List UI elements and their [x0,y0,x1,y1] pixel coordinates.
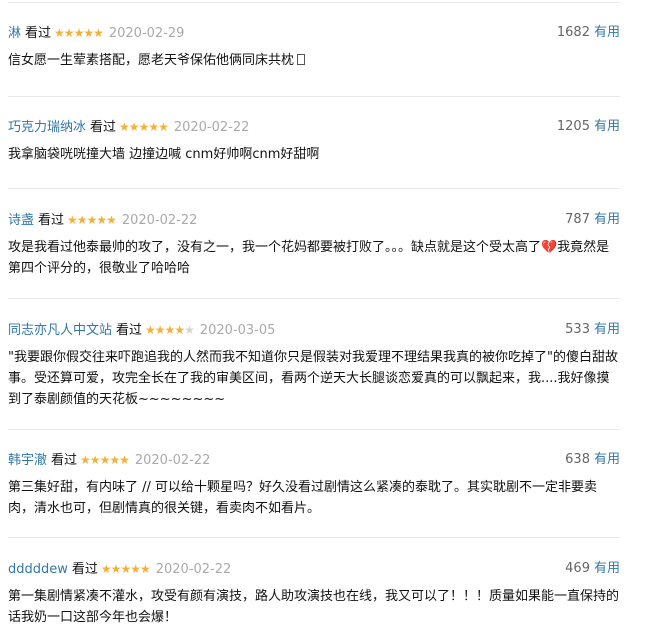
comment-user-link[interactable]: 韩宇澈 [8,453,47,468]
comment-text: 信女愿一生荤素搭配，愿老天爷保佑他俩同床共枕 [8,50,620,71]
comment-date: 2020-02-29 [108,26,185,41]
comment-item: 韩宇澈 看过 ★★★★★ 2020-02-22 638 有用 第三集好甜，有内味了 //… [8,449,620,519]
watched-label: 看过 [71,562,98,577]
vote-count: 1205 [556,119,590,134]
comment-meta: dddddew 看过 ★★★★★ 2020-02-22 469 有用 [8,558,620,580]
comment-user-link[interactable]: 诗盏 [8,213,34,228]
comment-text: "我要跟你假交往来吓跑追我的人然而我不知道你只是假装对我爱理不理结果我真的被你吃… [8,350,618,407]
star-filled-icon: ★ [130,562,141,576]
comment-meta: 诗盏 看过 ★★★★★ 2020-02-22 787 有用 [8,209,620,231]
star-filled-icon: ★ [63,26,75,40]
vote-count: 533 [565,322,590,337]
star-filled-icon: ★ [76,213,88,227]
comment-text: 第三集好甜，有内味了 // 可以给十颗星吗？好久没看过剧情这么紧凑的泰耽了。其实… [8,480,598,516]
comment-text: 攻是我看过他泰最帅的攻了，没有之一，我一个花妈都要被打败了。。。缺点就是这个受太… [8,240,610,276]
star-filled-icon: ★ [145,323,156,337]
comment-meta: 同志亦凡人中文站 看过 ★★★★★ 2020-03-05 533 有用 [8,319,620,341]
comment-text-body: 信女愿一生荤素搭配，愿老天爷保佑他俩同床共枕 [8,53,295,68]
divider [8,429,620,430]
star-filled-icon: ★ [67,213,78,227]
star-filled-icon: ★ [93,26,104,40]
comment-date: 2020-02-22 [173,120,250,135]
comment-item: 诗盏 看过 ★★★★★ 2020-02-22 787 有用 攻是我看过他泰最帅的攻了，没… [8,209,620,279]
star-filled-icon: ★ [158,120,169,134]
comment-date: 2020-02-22 [155,562,232,577]
star-filled-icon: ★ [148,120,159,134]
star-filled-icon: ★ [119,453,130,467]
comment-meta: 韩宇澈 看过 ★★★★★ 2020-02-22 638 有用 [8,449,620,471]
star-filled-icon: ★ [120,562,131,576]
star-filled-icon: ★ [86,213,98,227]
useful-button[interactable]: 有用 [594,452,620,467]
comment-item: dddddew 看过 ★★★★★ 2020-02-22 469 有用 第一集剧情紧凑不灌… [8,558,620,628]
useful-button[interactable]: 有用 [594,561,620,576]
divider [8,298,620,299]
comment-user-link[interactable]: dddddew [8,562,68,577]
star-filled-icon: ★ [54,26,65,40]
comment-user-link[interactable]: 淋 [8,26,21,41]
missing-glyph-icon [297,54,306,65]
star-empty-icon: ★ [184,323,195,337]
vote-count: 469 [565,561,590,576]
useful-button[interactable]: 有用 [594,119,620,134]
star-filled-icon: ★ [109,453,120,467]
comment-date: 2020-03-05 [199,323,276,338]
watched-label: 看过 [51,453,78,468]
vote-count: 638 [565,452,590,467]
comment-text: 第一集剧情紧凑不灌水，攻受有颜有演技，路人助攻演技也在线，我又可以了！！！质量如… [8,589,620,625]
star-filled-icon: ★ [100,562,112,576]
useful-button[interactable]: 有用 [594,25,620,40]
divider [8,2,620,3]
star-filled-icon: ★ [99,453,111,467]
star-filled-icon: ★ [154,323,166,337]
divider [8,188,620,189]
comment-item: 淋看过 ★★★★★ 2020-02-29 1682 有用 信女愿一生荤素搭配，愿老天爷… [8,22,620,71]
divider [8,537,620,538]
star-filled-icon: ★ [110,562,122,576]
comment-item: 巧克力瑞纳冰 看过 ★★★★★ 2020-02-22 1205 有用 我拿脑袋咣咣撞大墙… [8,116,620,165]
star-filled-icon: ★ [83,26,94,40]
star-filled-icon: ★ [139,562,151,576]
vote-count: 787 [565,212,590,227]
comment-text: 我拿脑袋咣咣撞大墙 边撞边喊 cnm好帅啊cnm好甜啊 [8,147,320,162]
comment-date: 2020-02-22 [121,213,198,228]
star-filled-icon: ★ [174,323,185,337]
rating-stars: ★★★★★ [54,22,104,44]
rating-stars: ★★★★★ [145,319,195,341]
divider [8,96,620,97]
star-filled-icon: ★ [73,26,85,40]
star-filled-icon: ★ [80,453,91,467]
watched-label: 看过 [116,323,143,338]
watched-label: 看过 [25,26,52,41]
rating-stars: ★★★★★ [80,449,130,471]
star-filled-icon: ★ [119,120,130,134]
star-filled-icon: ★ [138,120,150,134]
star-filled-icon: ★ [106,213,117,227]
rating-stars: ★★★★★ [100,558,151,580]
watched-label: 看过 [90,120,117,135]
comment-meta: 淋看过 ★★★★★ 2020-02-29 1682 有用 [8,22,620,44]
comment-user-link[interactable]: 同志亦凡人中文站 [8,323,112,338]
comment-user-link[interactable]: 巧克力瑞纳冰 [8,120,86,135]
comment-meta: 巧克力瑞纳冰 看过 ★★★★★ 2020-02-22 1205 有用 [8,116,620,138]
star-filled-icon: ★ [128,120,140,134]
watched-label: 看过 [38,213,65,228]
rating-stars: ★★★★★ [119,116,169,138]
star-filled-icon: ★ [164,323,176,337]
vote-count: 1682 [556,25,590,40]
comment-item: 同志亦凡人中文站 看过 ★★★★★ 2020-03-05 533 有用 "我要跟你假交往… [8,319,620,410]
useful-button[interactable]: 有用 [594,212,620,227]
useful-button[interactable]: 有用 [594,322,620,337]
comment-date: 2020-02-22 [134,453,211,468]
star-filled-icon: ★ [96,213,107,227]
rating-stars: ★★★★★ [67,209,117,231]
star-filled-icon: ★ [89,453,101,467]
